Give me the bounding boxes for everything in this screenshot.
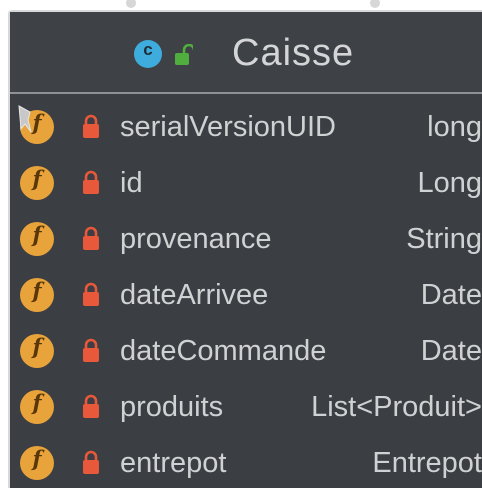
lock-icon	[83, 170, 99, 194]
field-type: List<Produit>	[311, 391, 482, 423]
field-icon: f	[20, 222, 54, 256]
field-icon: f	[20, 278, 54, 312]
field-row[interactable]: f id Long	[10, 158, 482, 214]
field-name: dateCommande	[120, 335, 327, 367]
field-type: long	[427, 111, 482, 143]
field-row[interactable]: f dateArrivee Date	[10, 270, 482, 326]
field-type: Date	[420, 335, 482, 367]
lock-icon	[83, 114, 99, 138]
lock-icon	[83, 450, 99, 474]
field-row[interactable]: f produits List<Produit>	[10, 382, 482, 438]
field-name: dateArrivee	[120, 279, 269, 311]
field-type: String	[406, 223, 482, 255]
connector-endpoint	[370, 0, 380, 8]
field-row[interactable]: f provenance String	[10, 214, 482, 270]
field-type: Entrepot	[372, 447, 482, 479]
field-name: id	[120, 167, 143, 199]
field-icon: f	[20, 166, 54, 200]
field-type: Long	[417, 167, 482, 199]
connector-endpoint	[126, 0, 136, 8]
lock-icon	[83, 282, 99, 306]
class-icon: c	[134, 40, 162, 68]
field-name: produits	[120, 391, 224, 423]
lock-icon	[83, 338, 99, 362]
diagram-canvas: c Caisse f serialVersionUID long f id Lo…	[0, 0, 482, 488]
field-icon: f	[20, 334, 54, 368]
class-name: Caisse	[232, 32, 355, 74]
uml-class-node[interactable]: c Caisse f serialVersionUID long f id Lo…	[8, 10, 482, 488]
field-name: entrepot	[120, 447, 227, 479]
lock-icon	[83, 226, 99, 250]
field-icon: f	[20, 390, 54, 424]
field-name: serialVersionUID	[120, 111, 336, 143]
field-type: Date	[420, 279, 482, 311]
field-row[interactable]: f dateCommande Date	[10, 326, 482, 382]
field-row[interactable]: f entrepot Entrepot	[10, 438, 482, 488]
field-icon: f	[20, 446, 54, 480]
lock-icon	[83, 394, 99, 418]
class-header[interactable]: c Caisse	[10, 12, 482, 94]
lock-open-icon	[175, 44, 193, 65]
field-row[interactable]: f serialVersionUID long	[10, 102, 482, 158]
field-name: provenance	[120, 223, 272, 255]
static-pin-icon	[18, 105, 32, 133]
